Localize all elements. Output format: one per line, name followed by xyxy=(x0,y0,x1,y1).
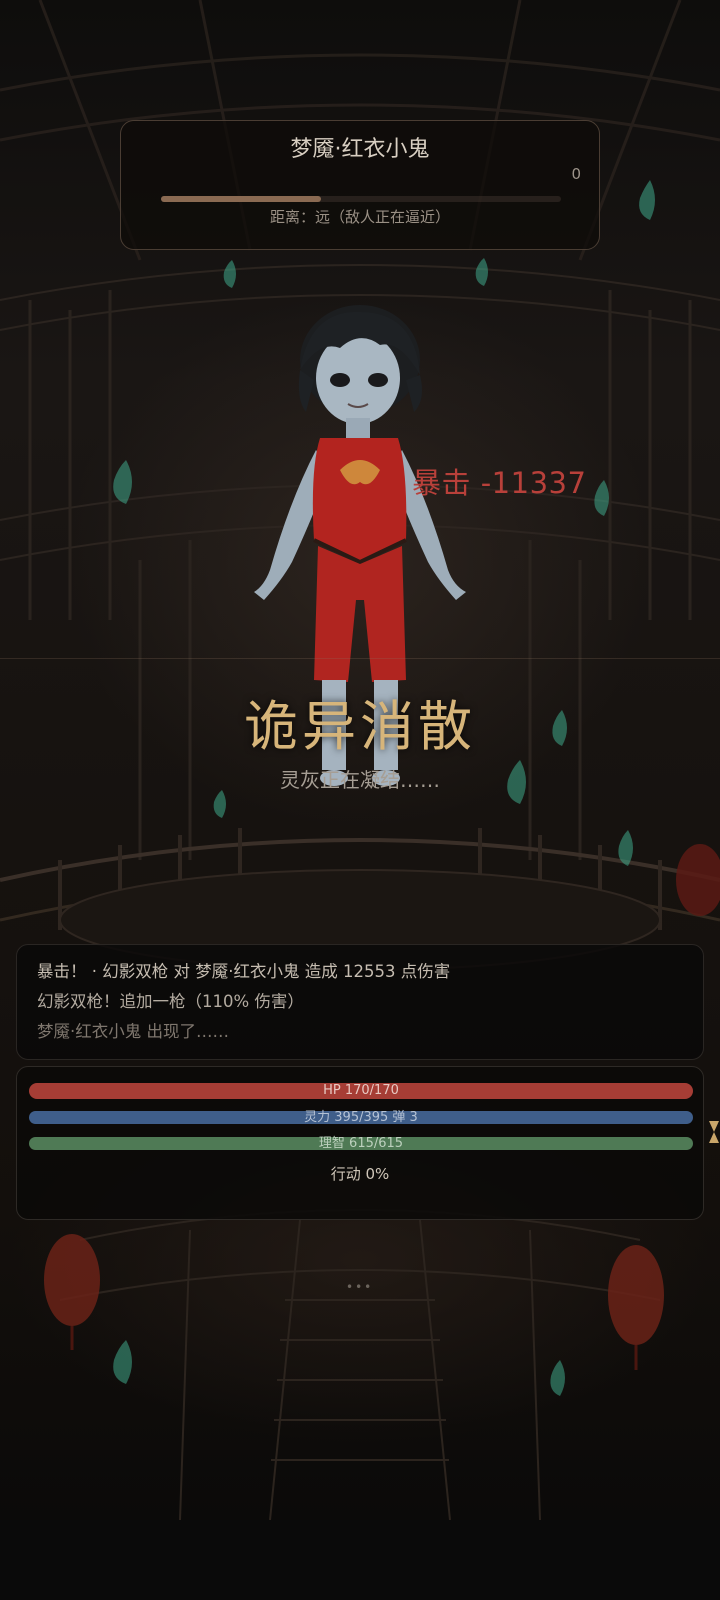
spirit-text: 灵力 395/395 弹 3 xyxy=(304,1110,418,1125)
hp-text: HP 170/170 xyxy=(323,1083,399,1098)
action-progress-text: 行动 0% xyxy=(330,1165,390,1183)
enemy-info-panel: 梦魇·红衣小鬼 0 距离：远（敌人正在逼近） xyxy=(120,120,600,250)
more-options-dots[interactable]: ••• xyxy=(346,1280,373,1294)
battle-log-panel[interactable]: 暴击！ · 幻影双枪 对 梦魇·红衣小鬼 造成 12553 点伤害 幻影双枪！追… xyxy=(16,944,704,1060)
log-line: 幻影双枪！追加一枪（110% 伤害） xyxy=(37,992,304,1011)
battle-result-subtitle: 灵灰正在凝结…… xyxy=(280,768,440,792)
enemy-distance: 距离：远（敌人正在逼近） xyxy=(269,208,450,226)
enemy-progress-fill xyxy=(161,196,321,202)
hourglass-icon[interactable] xyxy=(708,1120,720,1144)
sanity-bar: 理智 615/615 xyxy=(29,1137,693,1150)
battle-result-title: 诡异消散 xyxy=(244,695,476,758)
enemy-progress-track xyxy=(161,196,561,202)
spirit-bar: 灵力 395/395 弹 3 xyxy=(29,1111,693,1124)
log-line: 暴击！ · 幻影双枪 对 梦魇·红衣小鬼 造成 12553 点伤害 xyxy=(37,962,451,981)
log-line: 梦魇·红衣小鬼 出现了…… xyxy=(37,1022,229,1041)
result-divider xyxy=(0,658,720,659)
enemy-name: 梦魇·红衣小鬼 xyxy=(290,137,430,162)
bottom-system-bar xyxy=(0,1520,720,1600)
sanity-text: 理智 615/615 xyxy=(318,1136,404,1151)
critical-damage-popup: 暴击 -11337 xyxy=(412,466,587,500)
hp-bar: HP 170/170 xyxy=(29,1083,693,1099)
player-stats-panel: HP 170/170 灵力 395/395 弹 3 理智 615/615 行动 … xyxy=(16,1066,704,1220)
enemy-hp-value: 0 xyxy=(571,165,581,183)
